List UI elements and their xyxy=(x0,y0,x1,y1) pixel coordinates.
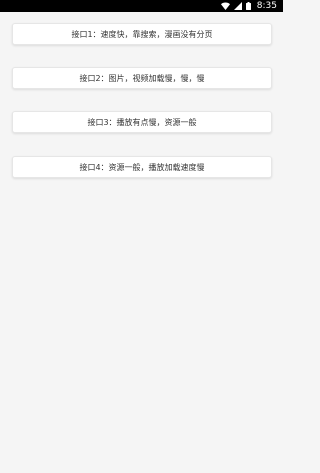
signal-icon xyxy=(233,2,242,10)
wifi-icon xyxy=(220,2,230,10)
status-icons: 8:35 xyxy=(220,0,277,12)
api-option-4-button[interactable]: 接口4：资源一般，播放加载速度慢 xyxy=(12,156,272,178)
status-time: 8:35 xyxy=(256,1,277,11)
api-selection-list: 接口1：速度快，靠搜索，漫画没有分页 接口2：图片，视频加载慢，慢，慢 接口3：… xyxy=(0,12,283,473)
api-option-3-button[interactable]: 接口3：播放有点慢，资源一般 xyxy=(12,111,272,133)
api-option-1-button[interactable]: 接口1：速度快，靠搜索，漫画没有分页 xyxy=(12,23,272,45)
status-bar: 8:35 xyxy=(0,0,283,12)
battery-icon xyxy=(245,2,251,10)
api-option-2-button[interactable]: 接口2：图片，视频加载慢，慢，慢 xyxy=(12,67,272,89)
